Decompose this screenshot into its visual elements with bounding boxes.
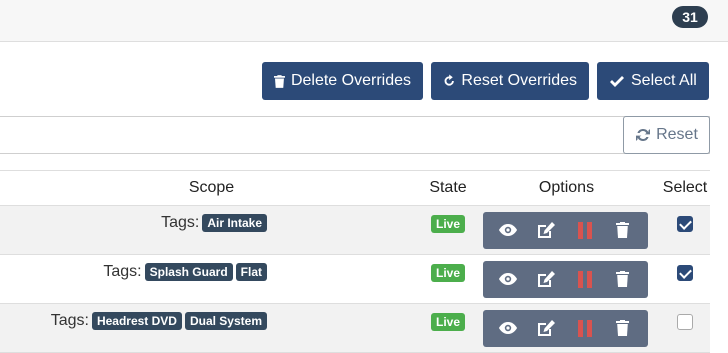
row-select-checkbox[interactable] bbox=[677, 265, 693, 281]
tag-badge: Dual System bbox=[184, 312, 267, 330]
select-all-button[interactable]: Select All bbox=[597, 62, 709, 100]
reset-overrides-label: Reset Overrides bbox=[461, 72, 577, 89]
edit-icon bbox=[538, 270, 556, 287]
pause-icon bbox=[577, 270, 592, 288]
tag-badge: Flat bbox=[235, 263, 267, 281]
select-cell bbox=[660, 205, 710, 255]
eye-icon bbox=[499, 322, 518, 334]
pause-button[interactable] bbox=[573, 267, 597, 291]
scope-prefix: Tags: bbox=[161, 214, 200, 231]
edit-button[interactable] bbox=[534, 267, 558, 291]
pause-icon bbox=[577, 221, 592, 239]
redo-icon bbox=[444, 74, 454, 86]
scope-prefix: Tags: bbox=[103, 263, 142, 280]
row-select-checkbox[interactable] bbox=[677, 314, 693, 330]
table-row: Tags: Headrest DVD Dual System Live bbox=[0, 303, 710, 353]
options-group bbox=[483, 260, 648, 298]
column-header-options: Options bbox=[473, 170, 660, 206]
delete-button[interactable] bbox=[611, 218, 635, 242]
select-all-label: Select All bbox=[631, 72, 697, 89]
select-cell bbox=[660, 254, 710, 304]
reset-filter-label: Reset bbox=[656, 126, 698, 143]
tag-badge: Headrest DVD bbox=[91, 312, 182, 330]
column-header-state[interactable]: State bbox=[423, 170, 473, 206]
options-cell bbox=[473, 303, 660, 353]
eye-icon bbox=[499, 224, 518, 236]
state-cell: Live bbox=[423, 254, 473, 304]
status-badge: Live bbox=[430, 264, 465, 282]
reset-filter-button[interactable]: Reset bbox=[623, 116, 710, 154]
row-select-checkbox[interactable] bbox=[677, 216, 693, 232]
scope-prefix: Tags: bbox=[50, 312, 89, 329]
status-badge: Live bbox=[430, 215, 465, 233]
select-cell bbox=[660, 303, 710, 353]
scope-cell: Tags: Splash Guard Flat bbox=[0, 254, 423, 304]
delete-button[interactable] bbox=[611, 316, 635, 340]
top-bar: 31 bbox=[0, 0, 728, 42]
scope-cell: Tags: Headrest DVD Dual System bbox=[0, 303, 423, 353]
edit-button[interactable] bbox=[534, 316, 558, 340]
pause-button[interactable] bbox=[573, 316, 597, 340]
table-row: Tags: Splash Guard Flat Live bbox=[0, 254, 710, 304]
tag-badge: Splash Guard bbox=[144, 263, 233, 281]
state-cell: Live bbox=[423, 205, 473, 255]
edit-icon bbox=[538, 221, 556, 238]
edit-icon bbox=[538, 319, 556, 336]
eye-icon bbox=[499, 273, 518, 285]
refresh-icon bbox=[636, 128, 651, 142]
view-button[interactable] bbox=[496, 316, 520, 340]
trash-icon bbox=[616, 222, 630, 238]
pause-icon bbox=[577, 319, 592, 337]
edit-button[interactable] bbox=[534, 218, 558, 242]
column-header-scope[interactable]: Scope bbox=[0, 170, 423, 206]
options-group bbox=[483, 309, 648, 347]
count-badge: 31 bbox=[672, 6, 708, 28]
reset-overrides-button[interactable]: Reset Overrides bbox=[431, 62, 589, 100]
status-badge: Live bbox=[430, 313, 465, 331]
view-button[interactable] bbox=[496, 267, 520, 291]
filter-row bbox=[0, 116, 710, 154]
check-icon bbox=[610, 75, 624, 87]
pause-button[interactable] bbox=[573, 218, 597, 242]
table-row: Tags: Air Intake Live bbox=[0, 205, 710, 255]
options-group bbox=[483, 211, 648, 249]
delete-overrides-label: Delete Overrides bbox=[290, 72, 411, 89]
trash-icon bbox=[274, 74, 285, 88]
options-cell bbox=[473, 205, 660, 255]
tag-badge: Air Intake bbox=[202, 214, 267, 232]
delete-overrides-button[interactable]: Delete Overrides bbox=[262, 62, 423, 100]
state-cell: Live bbox=[423, 303, 473, 353]
trash-icon bbox=[616, 271, 630, 287]
trash-icon bbox=[616, 320, 630, 336]
delete-button[interactable] bbox=[611, 267, 635, 291]
overrides-table: Scope State Options Select Tags: Air Int… bbox=[0, 170, 710, 353]
scope-cell: Tags: Air Intake bbox=[0, 205, 423, 255]
view-button[interactable] bbox=[496, 218, 520, 242]
column-header-select: Select bbox=[660, 170, 710, 206]
options-cell bbox=[473, 254, 660, 304]
